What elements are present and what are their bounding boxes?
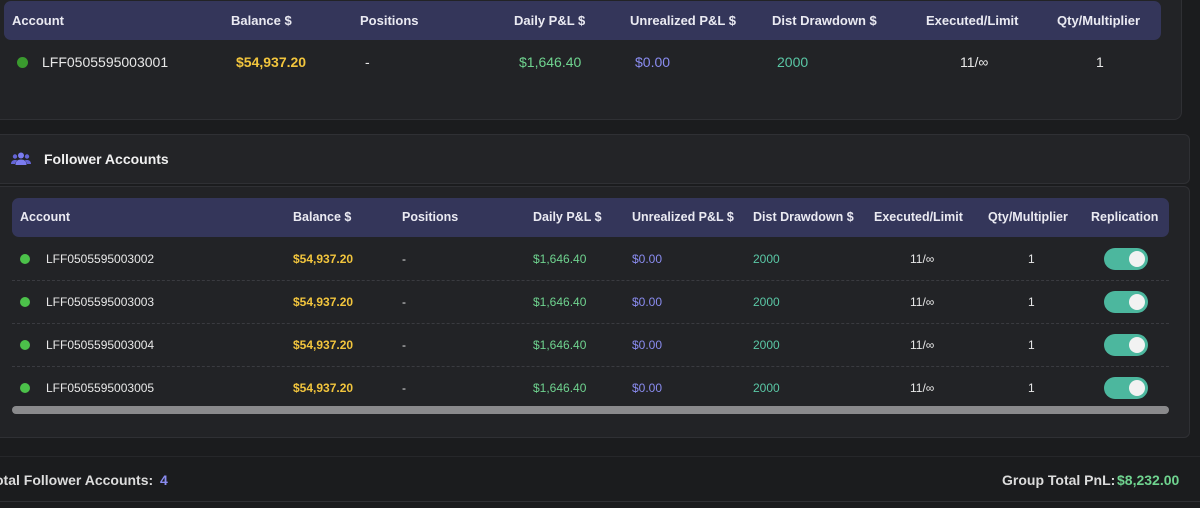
replication-toggle[interactable] (1104, 334, 1148, 356)
account-id: LFF0505595003003 (46, 295, 155, 309)
replication-toggle[interactable] (1104, 248, 1148, 270)
qty-multiplier-value: 1 (1028, 295, 1035, 309)
status-dot (17, 57, 28, 68)
column-header-balance[interactable]: Balance $ (293, 198, 351, 237)
column-header-executed-limit[interactable]: Executed/Limit (874, 198, 963, 237)
leader-panel: Account Balance $ Positions Daily P&L $ … (0, 0, 1182, 120)
group-total-pnl-label: Group Total PnL: (1002, 472, 1116, 488)
column-header-qty-multiplier[interactable]: Qty/Multiplier (1057, 1, 1140, 40)
column-header-dist-drawdown[interactable]: Dist Drawdown $ (772, 1, 877, 40)
daily-pnl-value: $1,646.40 (533, 252, 587, 266)
toggle-knob (1129, 380, 1145, 396)
unrealized-pnl-value: $0.00 (635, 54, 671, 70)
executed-limit-value: 11/∞ (910, 295, 935, 309)
scrollbar-thumb[interactable] (12, 406, 1169, 414)
summary-footer: otal Follower Accounts: 4 Group Total Pn… (0, 456, 1200, 502)
column-header-account[interactable]: Account (20, 198, 70, 237)
follower-account-row[interactable]: LFF0505595003002 $54,937.20 - $1,646.40 … (12, 238, 1169, 281)
column-header-executed-limit[interactable]: Executed/Limit (926, 1, 1018, 40)
dist-drawdown-value: 2000 (753, 252, 780, 266)
follower-panel: Account Balance $ Positions Daily P&L $ … (0, 186, 1190, 438)
column-header-daily-pnl[interactable]: Daily P&L $ (514, 1, 585, 40)
positions-value: - (402, 295, 406, 309)
column-header-balance[interactable]: Balance $ (231, 1, 292, 40)
follower-account-row[interactable]: LFF0505595003004 $54,937.20 - $1,646.40 … (12, 324, 1169, 367)
follower-accounts-header[interactable]: Follower Accounts (0, 134, 1190, 184)
column-header-daily-pnl[interactable]: Daily P&L $ (533, 198, 602, 237)
column-header-dist-drawdown[interactable]: Dist Drawdown $ (753, 198, 854, 237)
account-id: LFF0505595003001 (42, 54, 169, 70)
replication-toggle[interactable] (1104, 291, 1148, 313)
positions-value: - (402, 338, 406, 352)
balance-value: $54,937.20 (293, 252, 354, 266)
column-header-unrealized-pnl[interactable]: Unrealized P&L $ (630, 1, 736, 40)
dist-drawdown-value: 2000 (753, 295, 780, 309)
daily-pnl-value: $1,646.40 (519, 54, 582, 70)
qty-multiplier-value: 1 (1096, 54, 1104, 70)
section-title: Follower Accounts (44, 151, 169, 167)
executed-limit-value: 11/∞ (910, 338, 935, 352)
balance-value: $54,937.20 (236, 54, 307, 70)
total-follower-accounts-label: otal Follower Accounts: (0, 472, 154, 488)
column-header-account[interactable]: Account (12, 1, 64, 40)
daily-pnl-value: $1,646.40 (533, 338, 587, 352)
dist-drawdown-value: 2000 (777, 54, 809, 70)
unrealized-pnl-value: $0.00 (632, 381, 663, 395)
column-header-replication[interactable]: Replication (1091, 198, 1158, 237)
unrealized-pnl-value: $0.00 (632, 295, 663, 309)
users-icon (11, 152, 31, 165)
positions-value: - (402, 252, 406, 266)
qty-multiplier-value: 1 (1028, 338, 1035, 352)
follower-account-row[interactable]: LFF0505595003005 $54,937.20 - $1,646.40 … (12, 367, 1169, 410)
balance-value: $54,937.20 (293, 295, 354, 309)
unrealized-pnl-value: $0.00 (632, 338, 663, 352)
account-id: LFF0505595003002 (46, 252, 155, 266)
group-total-pnl-value: $8,232.00 (1117, 472, 1180, 488)
dist-drawdown-value: 2000 (753, 381, 780, 395)
status-dot (20, 254, 30, 264)
dist-drawdown-value: 2000 (753, 338, 780, 352)
daily-pnl-value: $1,646.40 (533, 381, 587, 395)
account-id: LFF0505595003004 (46, 338, 155, 352)
follower-table-header: Account Balance $ Positions Daily P&L $ … (12, 198, 1169, 237)
positions-value: - (365, 54, 370, 70)
horizontal-scrollbar[interactable] (12, 406, 1169, 415)
column-header-qty-multiplier[interactable]: Qty/Multiplier (988, 198, 1068, 237)
follower-account-row[interactable]: LFF0505595003003 $54,937.20 - $1,646.40 … (12, 281, 1169, 324)
executed-limit-value: 11/∞ (910, 252, 935, 266)
balance-value: $54,937.20 (293, 338, 354, 352)
replication-toggle[interactable] (1104, 377, 1148, 399)
qty-multiplier-value: 1 (1028, 252, 1035, 266)
total-follower-accounts-value: 4 (160, 472, 168, 488)
toggle-knob (1129, 251, 1145, 267)
qty-multiplier-value: 1 (1028, 381, 1035, 395)
account-id: LFF0505595003005 (46, 381, 155, 395)
column-header-positions[interactable]: Positions (402, 198, 458, 237)
column-header-positions[interactable]: Positions (360, 1, 419, 40)
status-dot (20, 340, 30, 350)
unrealized-pnl-value: $0.00 (632, 252, 663, 266)
positions-value: - (402, 381, 406, 395)
leader-account-row[interactable]: LFF0505595003001 $54,937.20 - $1,646.40 … (4, 43, 1161, 82)
balance-value: $54,937.20 (293, 381, 354, 395)
toggle-knob (1129, 337, 1145, 353)
executed-limit-value: 11/∞ (960, 54, 989, 70)
status-dot (20, 297, 30, 307)
status-dot (20, 383, 30, 393)
daily-pnl-value: $1,646.40 (533, 295, 587, 309)
leader-table-header: Account Balance $ Positions Daily P&L $ … (4, 1, 1161, 40)
column-header-unrealized-pnl[interactable]: Unrealized P&L $ (632, 198, 734, 237)
executed-limit-value: 11/∞ (910, 381, 935, 395)
toggle-knob (1129, 294, 1145, 310)
